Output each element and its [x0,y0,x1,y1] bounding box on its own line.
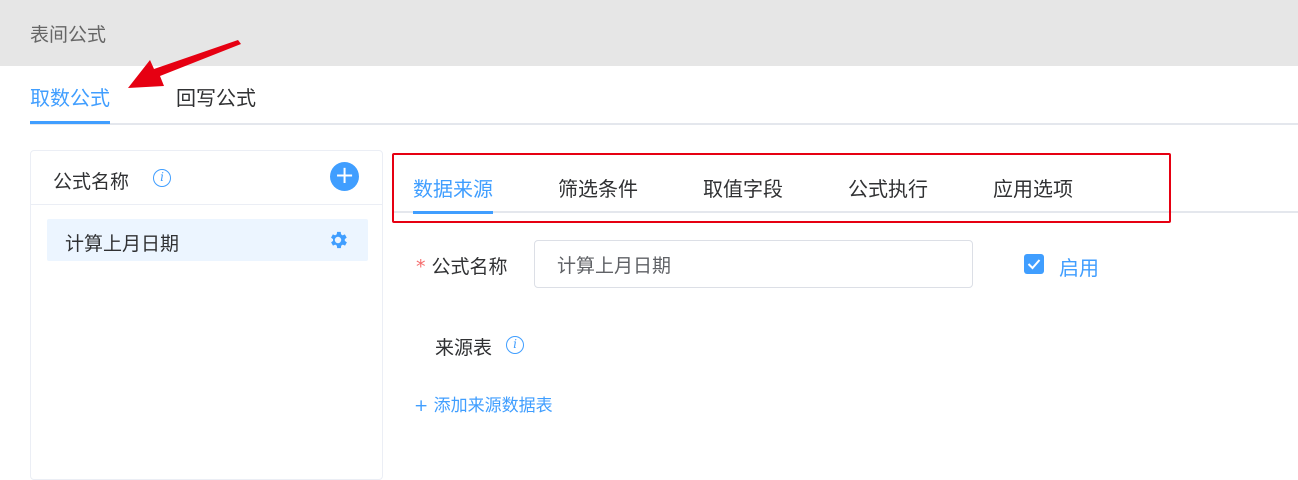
tab-filter-conditions[interactable]: 筛选条件 [558,173,638,202]
tab-value-fields[interactable]: 取值字段 [703,173,783,202]
info-icon[interactable]: i [506,336,524,354]
tab-label: 筛选条件 [558,177,638,201]
active-tab-indicator [413,211,493,214]
tab-label: 数据来源 [413,177,493,201]
required-mark: * [416,256,426,278]
gear-icon[interactable] [327,229,349,251]
formula-name-label: * 公式名称 [416,252,508,279]
active-tab-indicator [30,121,110,124]
tab-label: 取值字段 [703,177,783,201]
tab-label: 取数公式 [30,86,110,110]
tab-fetch-formula[interactable]: 取数公式 [30,82,110,124]
sub-tab-bar: 数据来源 筛选条件 取值字段 公式执行 应用选项 [392,152,1298,214]
add-formula-button[interactable]: + [330,162,359,191]
sub-tab-divider [392,211,1298,213]
page-title: 表间公式 [30,24,107,46]
source-table-label: 来源表 [435,337,493,359]
plus-icon: + [334,161,355,189]
tab-label: 应用选项 [993,177,1073,201]
checkmark-icon [1027,259,1041,270]
tab-divider [30,123,1298,125]
tab-apply-options[interactable]: 应用选项 [993,173,1073,202]
tab-label: 公式执行 [848,177,928,201]
formula-list-panel: 公式名称 i + 计算上月日期 [30,150,383,480]
formula-list-header: 公式名称 i + [31,151,382,205]
tab-formula-execution[interactable]: 公式执行 [848,173,928,202]
enable-label[interactable]: 启用 [1059,252,1099,281]
formula-item-name: 计算上月日期 [65,233,180,255]
enable-checkbox[interactable] [1024,254,1044,274]
tab-data-source[interactable]: 数据来源 [413,173,493,214]
formula-name-label-text: 公式名称 [431,256,508,278]
info-icon[interactable]: i [153,169,171,187]
formula-list-item[interactable]: 计算上月日期 [47,219,368,261]
formula-list-title: 公式名称 [53,171,130,193]
add-source-table-link[interactable]: + 添加来源数据表 [414,391,553,416]
formula-name-input[interactable] [534,240,973,288]
annotation-arrow [128,40,241,88]
